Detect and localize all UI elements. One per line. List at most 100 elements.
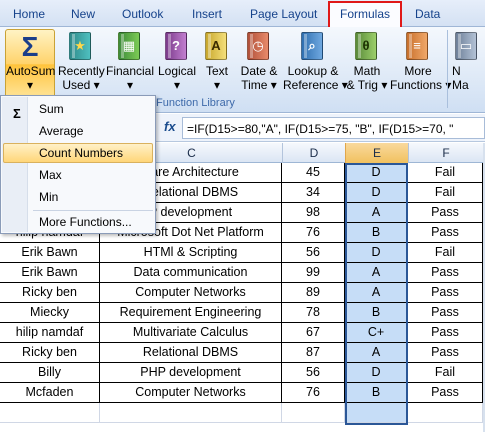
function-library-group-label: Function Library	[156, 97, 235, 109]
cell-student[interactable]: Miecky	[0, 303, 100, 323]
cell-grade[interactable]: D	[345, 363, 408, 383]
clock-book-icon: ◷	[244, 30, 274, 62]
cell-course[interactable]: Data communication	[100, 263, 282, 283]
lookup-reference-button[interactable]: ⌕ Lookup & Reference ▾	[283, 30, 348, 98]
cell-grade[interactable]: C+	[345, 323, 408, 343]
cell-student[interactable]: Ricky ben	[0, 343, 100, 363]
dropdown-arrow-icon: ▾	[126, 78, 134, 92]
cell-student[interactable]: hilip namdaf	[0, 323, 100, 343]
cell-grade[interactable]: A	[345, 263, 408, 283]
cell-student[interactable]: Ricky ben	[0, 283, 100, 303]
cell-status[interactable]: Pass	[408, 223, 483, 243]
sigma-icon: Σ	[21, 31, 39, 62]
autosum-button[interactable]: Σ AutoSum ▾	[5, 29, 55, 99]
tab-page-layout[interactable]: Page Layout	[250, 7, 317, 21]
theta-book-icon: θ	[352, 30, 382, 62]
cell-grade[interactable]: A	[345, 283, 408, 303]
cell-grade[interactable]: D	[345, 183, 408, 203]
cell-marks[interactable]: 78	[282, 303, 345, 323]
cell-status[interactable]: Fail	[408, 243, 483, 263]
date-time-button[interactable]: ◷ Date & Time ▾	[236, 30, 282, 98]
menu-separator	[33, 210, 153, 211]
column-header-e[interactable]: E	[345, 143, 408, 163]
cell-grade[interactable]: D	[345, 243, 408, 263]
cell-status[interactable]: Pass	[408, 263, 483, 283]
table-row: Mcfaden Computer Networks 76 B Pass	[0, 383, 485, 403]
tab-formulas[interactable]: Formulas	[340, 7, 390, 21]
date-time-label: Time ▾	[241, 78, 277, 92]
cell-status[interactable]: Pass	[408, 283, 483, 303]
cell-student[interactable]: Erik Bawn	[0, 243, 100, 263]
text-button[interactable]: A Text ▾	[201, 30, 233, 98]
tab-home[interactable]: Home	[13, 7, 45, 21]
cell-course[interactable]: Relational DBMS	[100, 343, 282, 363]
cell-grade[interactable]: B	[345, 223, 408, 243]
lookup-book-icon: ⌕	[298, 30, 328, 62]
cell-marks[interactable]: 87	[282, 343, 345, 363]
math-trig-label: & Trig ▾	[346, 78, 388, 92]
cell-status[interactable]: Pass	[408, 303, 483, 323]
tab-new[interactable]: New	[71, 7, 95, 21]
cell-marks[interactable]: 56	[282, 243, 345, 263]
more-functions-button[interactable]: ≡ More Functions ▾	[390, 30, 451, 98]
menu-item-min[interactable]: Min	[3, 187, 153, 207]
cell-status[interactable]: Pass	[408, 383, 483, 403]
cell-marks[interactable]: 99	[282, 263, 345, 283]
cell-course[interactable]: Computer Networks	[100, 383, 282, 403]
column-header-d[interactable]: D	[282, 143, 345, 163]
cell-marks[interactable]: 76	[282, 383, 345, 403]
cell-grade[interactable]: A	[345, 203, 408, 223]
menu-item-sum[interactable]: Σ Sum	[3, 99, 153, 121]
tab-insert[interactable]: Insert	[192, 7, 222, 21]
cell-grade[interactable]: B	[345, 383, 408, 403]
cell-course[interactable]: HTMl & Scripting	[100, 243, 282, 263]
cell-course[interactable]: Requirement Engineering	[100, 303, 282, 323]
name-manager-button[interactable]: ▭ N Ma	[452, 30, 485, 98]
insert-function-icon[interactable]: fx	[164, 119, 176, 134]
column-header-f[interactable]: F	[408, 143, 483, 163]
cell-grade[interactable]: D	[345, 163, 408, 183]
name-tag-icon: ▭	[452, 30, 482, 62]
cell-status[interactable]: Pass	[408, 323, 483, 343]
cell-status[interactable]: Fail	[408, 183, 483, 203]
cell-course[interactable]: PHP development	[100, 363, 282, 383]
tab-outlook[interactable]: Outlook	[122, 7, 163, 21]
cell-marks[interactable]: 98	[282, 203, 345, 223]
group-divider	[447, 30, 448, 108]
empty-cell[interactable]	[408, 403, 483, 423]
menu-item-max[interactable]: Max	[3, 165, 153, 185]
cell-marks[interactable]: 45	[282, 163, 345, 183]
cell-status[interactable]: Pass	[408, 203, 483, 223]
empty-cell[interactable]	[0, 403, 100, 423]
text-book-icon: A	[202, 30, 232, 62]
cell-course[interactable]: Multivariate Calculus	[100, 323, 282, 343]
cell-student[interactable]: Mcfaden	[0, 383, 100, 403]
cell-student[interactable]: Erik Bawn	[0, 263, 100, 283]
lookup-reference-label: Reference ▾	[283, 78, 348, 92]
menu-item-count-numbers[interactable]: Count Numbers	[3, 143, 153, 163]
logical-button[interactable]: ? Logical ▾	[156, 30, 198, 98]
empty-cell[interactable]	[282, 403, 345, 423]
cell-marks[interactable]: 76	[282, 223, 345, 243]
cell-student[interactable]: Billy	[0, 363, 100, 383]
cell-marks[interactable]: 67	[282, 323, 345, 343]
financial-button[interactable]: ▦ Financial ▾	[105, 30, 155, 98]
recently-used-button[interactable]: ★ Recently Used ▾	[58, 30, 105, 98]
autosum-dropdown-menu: Σ Sum Average Count Numbers Max Min More…	[0, 95, 156, 234]
cell-marks[interactable]: 34	[282, 183, 345, 203]
cell-marks[interactable]: 56	[282, 363, 345, 383]
empty-cell[interactable]	[100, 403, 282, 423]
cell-status[interactable]: Pass	[408, 343, 483, 363]
menu-item-average[interactable]: Average	[3, 121, 153, 141]
empty-cell[interactable]	[345, 403, 408, 423]
tab-data[interactable]: Data	[415, 7, 440, 21]
math-trig-button[interactable]: θ Math & Trig ▾	[345, 30, 389, 98]
cell-grade[interactable]: A	[345, 343, 408, 363]
cell-course[interactable]: Computer Networks	[100, 283, 282, 303]
cell-status[interactable]: Fail	[408, 363, 483, 383]
cell-marks[interactable]: 89	[282, 283, 345, 303]
formula-input[interactable]: =IF(D15>=80,"A", IF(D15>=75, "B", IF(D15…	[182, 117, 485, 139]
menu-item-more-functions[interactable]: More Functions...	[3, 212, 153, 232]
cell-status[interactable]: Fail	[408, 163, 483, 183]
cell-grade[interactable]: B	[345, 303, 408, 323]
